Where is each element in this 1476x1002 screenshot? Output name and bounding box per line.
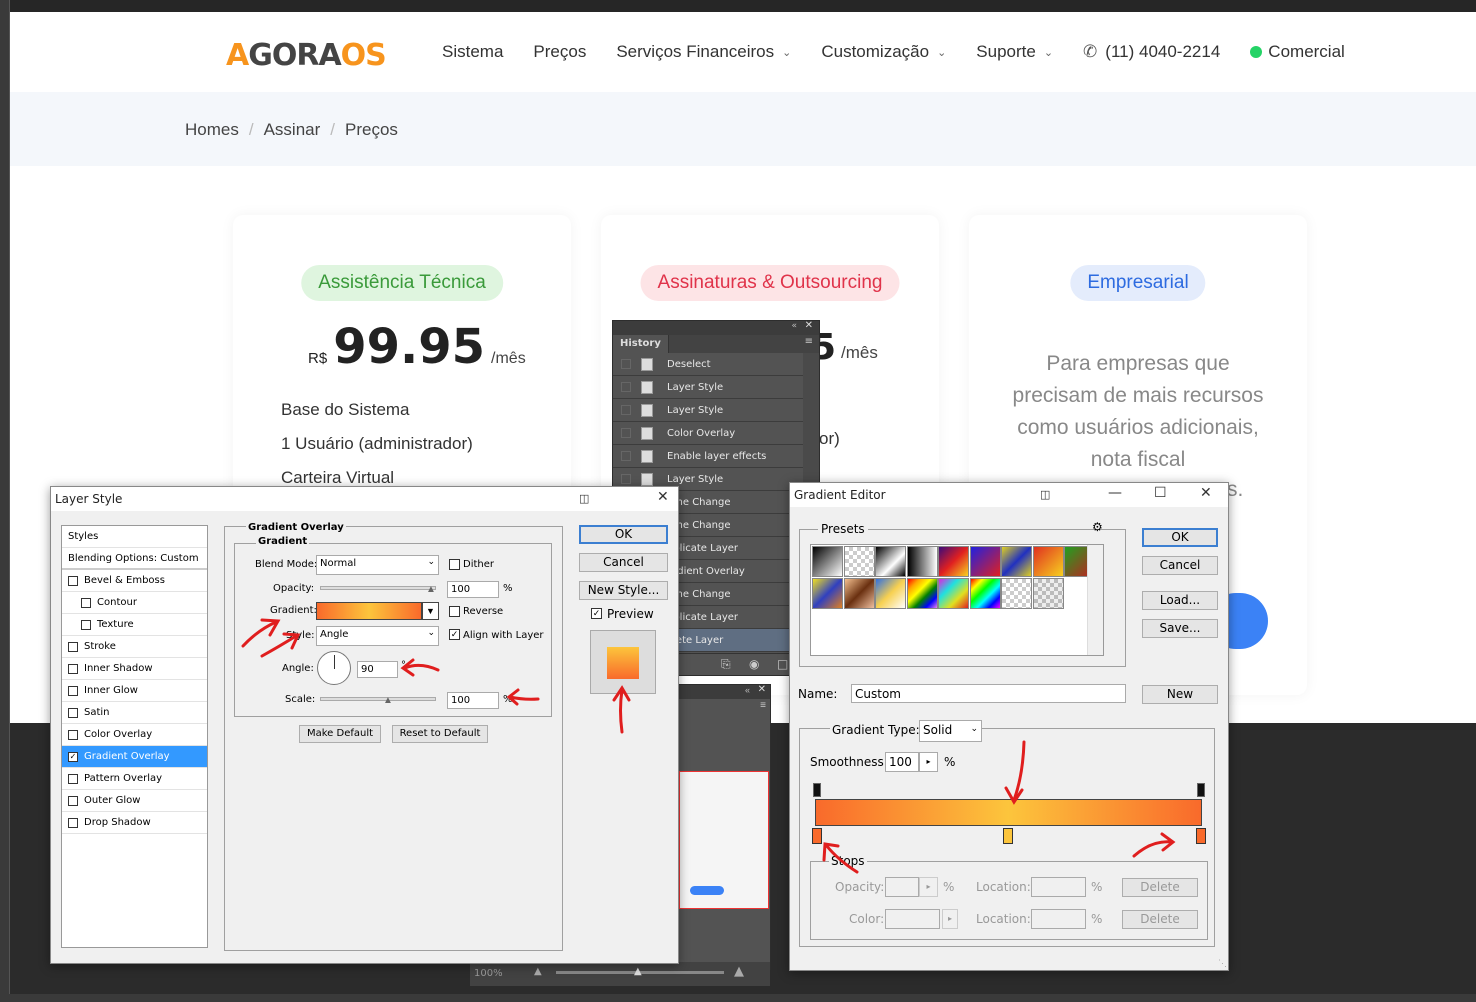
annotation-arrow (822, 842, 859, 874)
annotation-arrow (400, 658, 440, 677)
annotation-arrow (260, 632, 301, 658)
annotation-arrow (241, 618, 281, 648)
annotation-arrow (612, 685, 631, 734)
annotation-arrow (506, 688, 540, 706)
annotation-overlay (241, 618, 1176, 874)
annotation-arrow (1132, 832, 1176, 858)
annotation-arrow (1004, 740, 1026, 805)
